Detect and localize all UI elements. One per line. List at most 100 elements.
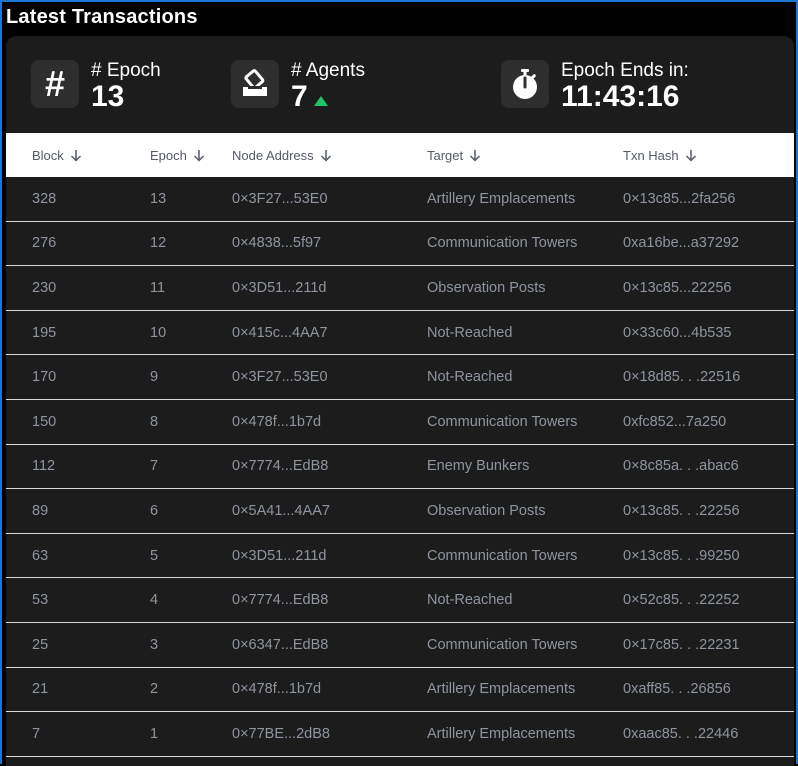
epoch-value: 13 xyxy=(91,80,125,113)
table-row[interactable]: 21 2 0×478f...1b7d Artillery Emplacements 0x… xyxy=(6,668,794,713)
cell-node-address: 0×3F27...53E0 xyxy=(232,369,328,386)
stat-epoch-ends: Epoch Ends in: 11:43:16 xyxy=(501,60,689,112)
table-body: 328 13 0×3F27...53E0 Artillery Emplacements… xyxy=(6,177,794,757)
column-header-target[interactable]: Target xyxy=(427,133,481,177)
cell-epoch: 13 xyxy=(150,190,167,207)
cell-target: Communication Towers xyxy=(427,235,578,252)
cell-epoch: 7 xyxy=(150,458,159,475)
cell-txn-hash: 0xa16be...a37292 xyxy=(623,235,740,252)
cell-node-address: 0×77BE...2dB8 xyxy=(232,725,330,742)
cell-block: 25 xyxy=(32,636,49,653)
table-row[interactable]: 195 10 0×415c...4AA7 Not-Reached 0×33c60...4… xyxy=(6,311,794,356)
cell-block: 53 xyxy=(32,592,49,609)
column-header-block[interactable]: Block xyxy=(32,133,82,177)
cell-epoch: 10 xyxy=(150,324,167,341)
cell-epoch: 8 xyxy=(150,413,159,430)
cell-node-address: 0×6347...EdB8 xyxy=(232,636,329,653)
cell-target: Observation Posts xyxy=(427,502,546,519)
cell-txn-hash: 0xaac85. . .22446 xyxy=(623,725,739,742)
cell-block: 150 xyxy=(32,413,57,430)
cell-target: Artillery Emplacements xyxy=(427,190,576,207)
cell-epoch: 2 xyxy=(150,681,159,698)
cell-epoch: 9 xyxy=(150,369,159,386)
cell-target: Enemy Bunkers xyxy=(427,458,530,475)
cell-txn-hash: 0×52c85. . .22252 xyxy=(623,592,740,609)
cell-target: Not-Reached xyxy=(427,369,513,386)
table-row[interactable]: 53 4 0×7774...EdB8 Not-Reached 0×52c85. . .2… xyxy=(6,578,794,623)
agents-label: # Agents xyxy=(291,60,365,81)
sort-arrow-down-icon xyxy=(470,149,481,162)
cell-txn-hash: 0×13c85. . .99250 xyxy=(623,547,740,564)
cell-epoch: 1 xyxy=(150,725,159,742)
cell-node-address: 0×3F27...53E0 xyxy=(232,190,328,207)
table-row[interactable]: 25 3 0×6347...EdB8 Communication Towers 0×17… xyxy=(6,623,794,668)
trend-up-icon xyxy=(313,82,328,112)
table-row[interactable]: 7 1 0×77BE...2dB8 Artillery Emplacements 0xa… xyxy=(6,712,794,757)
stat-epoch: # # Epoch 13 xyxy=(31,60,161,112)
column-header-txn-hash[interactable]: Txn Hash xyxy=(623,133,697,177)
cell-target: Not-Reached xyxy=(427,324,513,341)
cell-node-address: 0×5A41...4AA7 xyxy=(232,502,330,519)
cell-target: Communication Towers xyxy=(427,636,578,653)
table-row[interactable]: 170 9 0×3F27...53E0 Not-Reached 0×18d85. . .… xyxy=(6,355,794,400)
transactions-widget: Latest Transactions # # Epoch 13 # Agent… xyxy=(0,0,798,766)
epoch-ends-value: 11:43:16 xyxy=(561,80,680,113)
cell-node-address: 0×3D51...211d xyxy=(232,279,327,296)
sort-arrow-down-icon xyxy=(70,149,81,162)
cell-block: 112 xyxy=(32,458,56,475)
cell-block: 276 xyxy=(32,235,57,252)
column-header-node-address[interactable]: Node Address xyxy=(232,133,332,177)
cell-txn-hash: 0×17c85. . .22231 xyxy=(623,636,740,653)
cell-target: Communication Towers xyxy=(427,413,578,430)
cell-epoch: 5 xyxy=(150,547,159,564)
cell-node-address: 0×7774...EdB8 xyxy=(232,592,329,609)
sort-arrow-down-icon xyxy=(193,149,204,162)
stopwatch-icon xyxy=(501,60,549,108)
hash-icon: # xyxy=(31,60,79,108)
cell-txn-hash: 0×33c60...4b535 xyxy=(623,324,732,341)
cell-txn-hash: 0×8c85a. . .abac6 xyxy=(623,458,739,475)
cell-block: 21 xyxy=(32,681,49,698)
table-header: Block Epoch Node Address Target Txn Hash xyxy=(6,133,794,177)
sort-arrow-down-icon xyxy=(685,149,696,162)
table-row[interactable]: 63 5 0×3D51...211d Communication Towers 0×13… xyxy=(6,534,794,579)
epoch-ends-label: Epoch Ends in: xyxy=(561,60,689,81)
table-row[interactable]: 150 8 0×478f...1b7d Communication Towers 0xf… xyxy=(6,400,794,445)
cell-target: Artillery Emplacements xyxy=(427,681,576,698)
cell-epoch: 3 xyxy=(150,636,159,653)
table-row[interactable]: 328 13 0×3F27...53E0 Artillery Emplacements… xyxy=(6,177,794,222)
cell-epoch: 4 xyxy=(150,592,159,609)
widget-title: Latest Transactions xyxy=(6,6,198,28)
table-row[interactable]: 230 11 0×3D51...211d Observation Posts 0×13c… xyxy=(6,266,794,311)
cell-epoch: 6 xyxy=(150,502,159,519)
cell-node-address: 0×3D51...211d xyxy=(232,547,327,564)
ballot-box-icon xyxy=(231,60,279,108)
cell-txn-hash: 0xaff85. . .26856 xyxy=(623,681,731,698)
stat-agents: # Agents 7 xyxy=(231,60,365,112)
cell-target: Observation Posts xyxy=(427,279,546,296)
cell-txn-hash: 0×13c85...22256 xyxy=(623,279,732,296)
cell-block: 89 xyxy=(32,502,49,519)
cell-block: 230 xyxy=(32,279,57,296)
cell-txn-hash: 0×13c85. . .22256 xyxy=(623,502,740,519)
agents-value: 7 xyxy=(291,80,308,113)
cell-txn-hash: 0xfc852...7a250 xyxy=(623,413,727,430)
cell-block: 328 xyxy=(32,190,57,207)
cell-node-address: 0×478f...1b7d xyxy=(232,681,322,698)
table-row[interactable]: 276 12 0×4838...5f97 Communication Towers 0x… xyxy=(6,222,794,267)
cell-target: Communication Towers xyxy=(427,547,578,564)
cell-block: 7 xyxy=(32,725,41,742)
table-row[interactable]: 89 6 0×5A41...4AA7 Observation Posts 0×13c85… xyxy=(6,489,794,534)
cell-block: 170 xyxy=(32,369,57,386)
cell-txn-hash: 0×18d85. . .22516 xyxy=(623,369,741,386)
cell-epoch: 12 xyxy=(150,235,167,252)
stats-bar: # # Epoch 13 # Agents 7 Epoch Ends in: 1… xyxy=(6,36,794,133)
sort-arrow-down-icon xyxy=(320,149,331,162)
epoch-label: # Epoch xyxy=(91,60,161,81)
cell-block: 63 xyxy=(32,547,49,564)
cell-epoch: 11 xyxy=(150,279,166,296)
column-header-epoch[interactable]: Epoch xyxy=(150,133,205,177)
transactions-panel: # # Epoch 13 # Agents 7 Epoch Ends in: 1… xyxy=(6,36,794,766)
table-row[interactable]: 112 7 0×7774...EdB8 Enemy Bunkers 0×8c85a. .… xyxy=(6,445,794,490)
cell-target: Not-Reached xyxy=(427,592,513,609)
